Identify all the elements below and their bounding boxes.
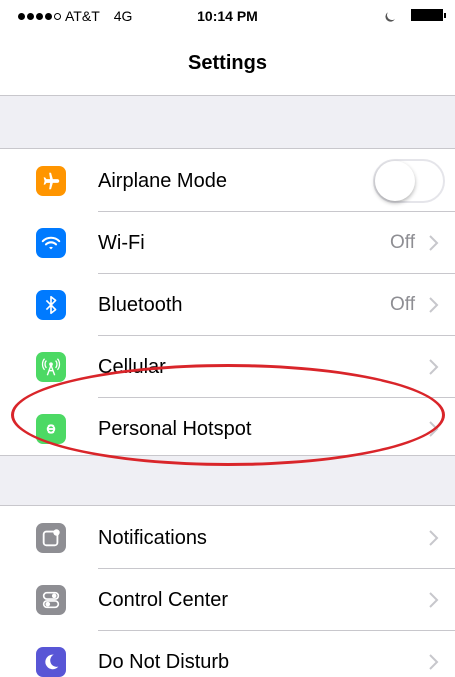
airplane-mode-toggle[interactable] [373,159,445,203]
chevron-right-icon [427,233,441,253]
highlight-annotation [11,364,445,466]
chevron-right-icon [427,357,441,377]
navigation-bar: Settings [0,34,455,96]
setting-label: Notifications [98,526,207,549]
do-not-disturb-status-icon [386,9,399,22]
setting-value: Off [390,232,415,253]
setting-label: Wi-Fi [98,231,145,254]
setting-row-notifications[interactable]: Notifications [0,507,455,569]
setting-row-bluetooth[interactable]: Bluetooth Off [0,274,455,336]
chevron-right-icon [427,528,441,548]
page-title: Settings [188,52,267,74]
chevron-right-icon [427,295,441,315]
setting-row-airplane-mode: Airplane Mode [0,150,455,212]
airplane-icon [36,166,66,196]
moon-icon [36,647,66,677]
setting-label: Do Not Disturb [98,650,230,673]
control-center-icon [36,585,66,615]
bluetooth-icon [36,290,66,320]
setting-value: Off [390,294,415,315]
battery-icon [411,9,446,21]
setting-row-wifi[interactable]: Wi-Fi Off [0,212,455,274]
status-bar: AT&T 4G 10:14 PM [0,0,455,34]
notifications-icon [36,523,66,553]
setting-label: Control Center [98,588,229,611]
setting-row-control-center[interactable]: Control Center [0,569,455,631]
settings-group-system: Notifications Control Center Do Not Dist… [0,507,455,677]
section-spacer [0,96,455,149]
chevron-right-icon [427,590,441,610]
setting-label: Airplane Mode [98,169,227,192]
setting-label: Bluetooth [98,293,183,316]
cellular-icon [36,352,66,382]
wifi-icon [36,228,66,258]
setting-row-do-not-disturb[interactable]: Do Not Disturb [0,631,455,677]
chevron-right-icon [427,652,441,672]
